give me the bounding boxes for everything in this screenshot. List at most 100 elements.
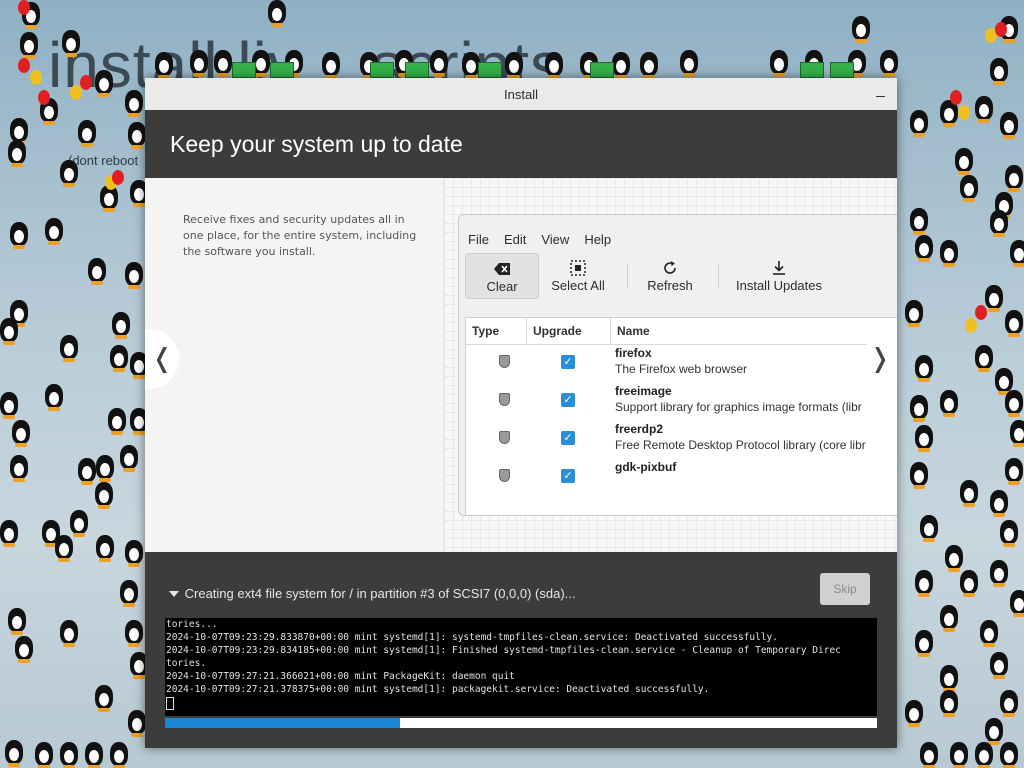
toolbar-separator: [718, 263, 719, 289]
package-name: firefox: [615, 346, 652, 360]
toolbar: Clear Select All Refresh Install Updates: [459, 253, 897, 303]
penguin-icon: [60, 742, 78, 768]
penguin-icon: [505, 52, 523, 79]
slide-description: Receive fixes and security updates all i…: [183, 213, 417, 258]
penguin-icon: [10, 455, 28, 482]
slideshow-slide: Receive fixes and security updates all i…: [145, 178, 897, 552]
toolbar-separator: [627, 263, 628, 289]
penguin-icon: [880, 50, 898, 77]
menubar: File Edit View Help: [459, 215, 897, 247]
penguin-icon: [940, 605, 958, 632]
penguin-icon: [45, 384, 63, 411]
details-expander[interactable]: Creating ext4 file system for / in parti…: [169, 586, 576, 601]
select-all-button[interactable]: Select All: [541, 253, 615, 297]
penguin-icon: [96, 535, 114, 562]
package-name: gdk-pixbuf: [615, 460, 677, 474]
menu-help[interactable]: Help: [584, 232, 611, 247]
penguin-icon: [8, 140, 26, 167]
minimize-icon: [875, 96, 885, 97]
menu-edit[interactable]: Edit: [504, 232, 526, 247]
penguin-icon: [940, 390, 958, 417]
penguin-icon: [112, 312, 130, 339]
package-name: freeimage: [615, 384, 672, 398]
book-icon: [590, 62, 614, 78]
triangle-down-icon: [169, 591, 179, 597]
table-row[interactable]: ✓ freeimage Support library for graphics…: [466, 383, 897, 421]
penguin-icon: [640, 52, 658, 79]
penguin-icon: [430, 50, 448, 77]
penguin-icon: [60, 620, 78, 647]
penguin-icon: [0, 520, 18, 547]
column-type[interactable]: Type: [466, 318, 527, 344]
penguin-icon: [10, 118, 28, 145]
log-terminal[interactable]: tories... 2024-10-07T09:23:29.833870+00:…: [165, 618, 877, 716]
penguin-icon: [915, 425, 933, 452]
penguin-icon: [190, 50, 208, 77]
penguin-icon: [88, 258, 106, 285]
penguin-icon: [915, 235, 933, 262]
window-titlebar[interactable]: Install: [145, 78, 897, 110]
penguin-icon: [128, 710, 146, 737]
balloon-icon: [995, 22, 1007, 37]
penguin-icon: [125, 262, 143, 289]
penguin-icon: [1010, 240, 1024, 267]
skip-button[interactable]: Skip: [820, 573, 870, 605]
penguin-icon: [960, 175, 978, 202]
menu-view[interactable]: View: [541, 232, 569, 247]
backspace-icon: [494, 259, 510, 279]
penguin-icon: [920, 515, 938, 542]
log-line: tories.: [166, 658, 207, 669]
penguin-icon: [20, 32, 38, 59]
balloon-icon: [975, 305, 987, 320]
install-updates-label: Install Updates: [736, 277, 822, 293]
penguin-icon: [1010, 420, 1024, 447]
slide-heading: Keep your system up to date: [170, 130, 463, 157]
table-row[interactable]: ✓ gdk-pixbuf: [466, 459, 897, 497]
penguin-icon: [940, 240, 958, 267]
updates-table: Type Upgrade Name ✓ firefox The Firefox …: [465, 317, 897, 515]
refresh-icon: [662, 258, 678, 278]
refresh-button[interactable]: Refresh: [637, 253, 703, 297]
menu-file[interactable]: File: [468, 232, 489, 247]
upgrade-checkbox[interactable]: ✓: [561, 355, 575, 369]
upgrade-checkbox[interactable]: ✓: [561, 469, 575, 483]
upgrade-checkbox[interactable]: ✓: [561, 431, 575, 445]
clear-button[interactable]: Clear: [465, 253, 539, 299]
penguin-icon: [975, 742, 993, 768]
penguin-icon: [55, 535, 73, 562]
minimize-button[interactable]: [871, 84, 889, 102]
table-row[interactable]: ✓ firefox The Firefox web browser: [466, 345, 897, 383]
penguin-icon: [915, 630, 933, 657]
download-icon: [771, 258, 787, 278]
penguin-icon: [910, 395, 928, 422]
penguin-icon: [910, 208, 928, 235]
penguin-icon: [770, 50, 788, 77]
penguin-icon: [70, 510, 88, 537]
package-description: Support library for graphics image forma…: [615, 400, 862, 414]
log-line: tories...: [166, 619, 218, 630]
penguin-icon: [8, 608, 26, 635]
penguin-icon: [0, 318, 18, 345]
penguin-icon: [910, 462, 928, 489]
previous-slide-button[interactable]: ❬: [145, 329, 179, 389]
select-all-label: Select All: [551, 277, 605, 293]
column-upgrade[interactable]: Upgrade: [527, 318, 611, 344]
book-icon: [370, 62, 394, 78]
balloon-icon: [70, 85, 82, 100]
penguin-icon: [940, 690, 958, 717]
penguin-icon: [852, 16, 870, 43]
penguin-icon: [990, 210, 1008, 237]
table-header: Type Upgrade Name: [466, 318, 897, 345]
penguin-icon: [110, 345, 128, 372]
column-name[interactable]: Name: [611, 318, 897, 344]
penguin-icon: [940, 665, 958, 692]
penguin-icon: [990, 560, 1008, 587]
upgrade-checkbox[interactable]: ✓: [561, 393, 575, 407]
progress-bar: [165, 718, 877, 728]
balloon-icon: [38, 90, 50, 105]
install-updates-button[interactable]: Install Updates: [727, 253, 831, 297]
table-row[interactable]: ✓ freerdp2 Free Remote Desktop Protocol …: [466, 421, 897, 459]
penguin-icon: [990, 490, 1008, 517]
penguin-icon: [125, 620, 143, 647]
terminal-cursor: [166, 697, 174, 710]
